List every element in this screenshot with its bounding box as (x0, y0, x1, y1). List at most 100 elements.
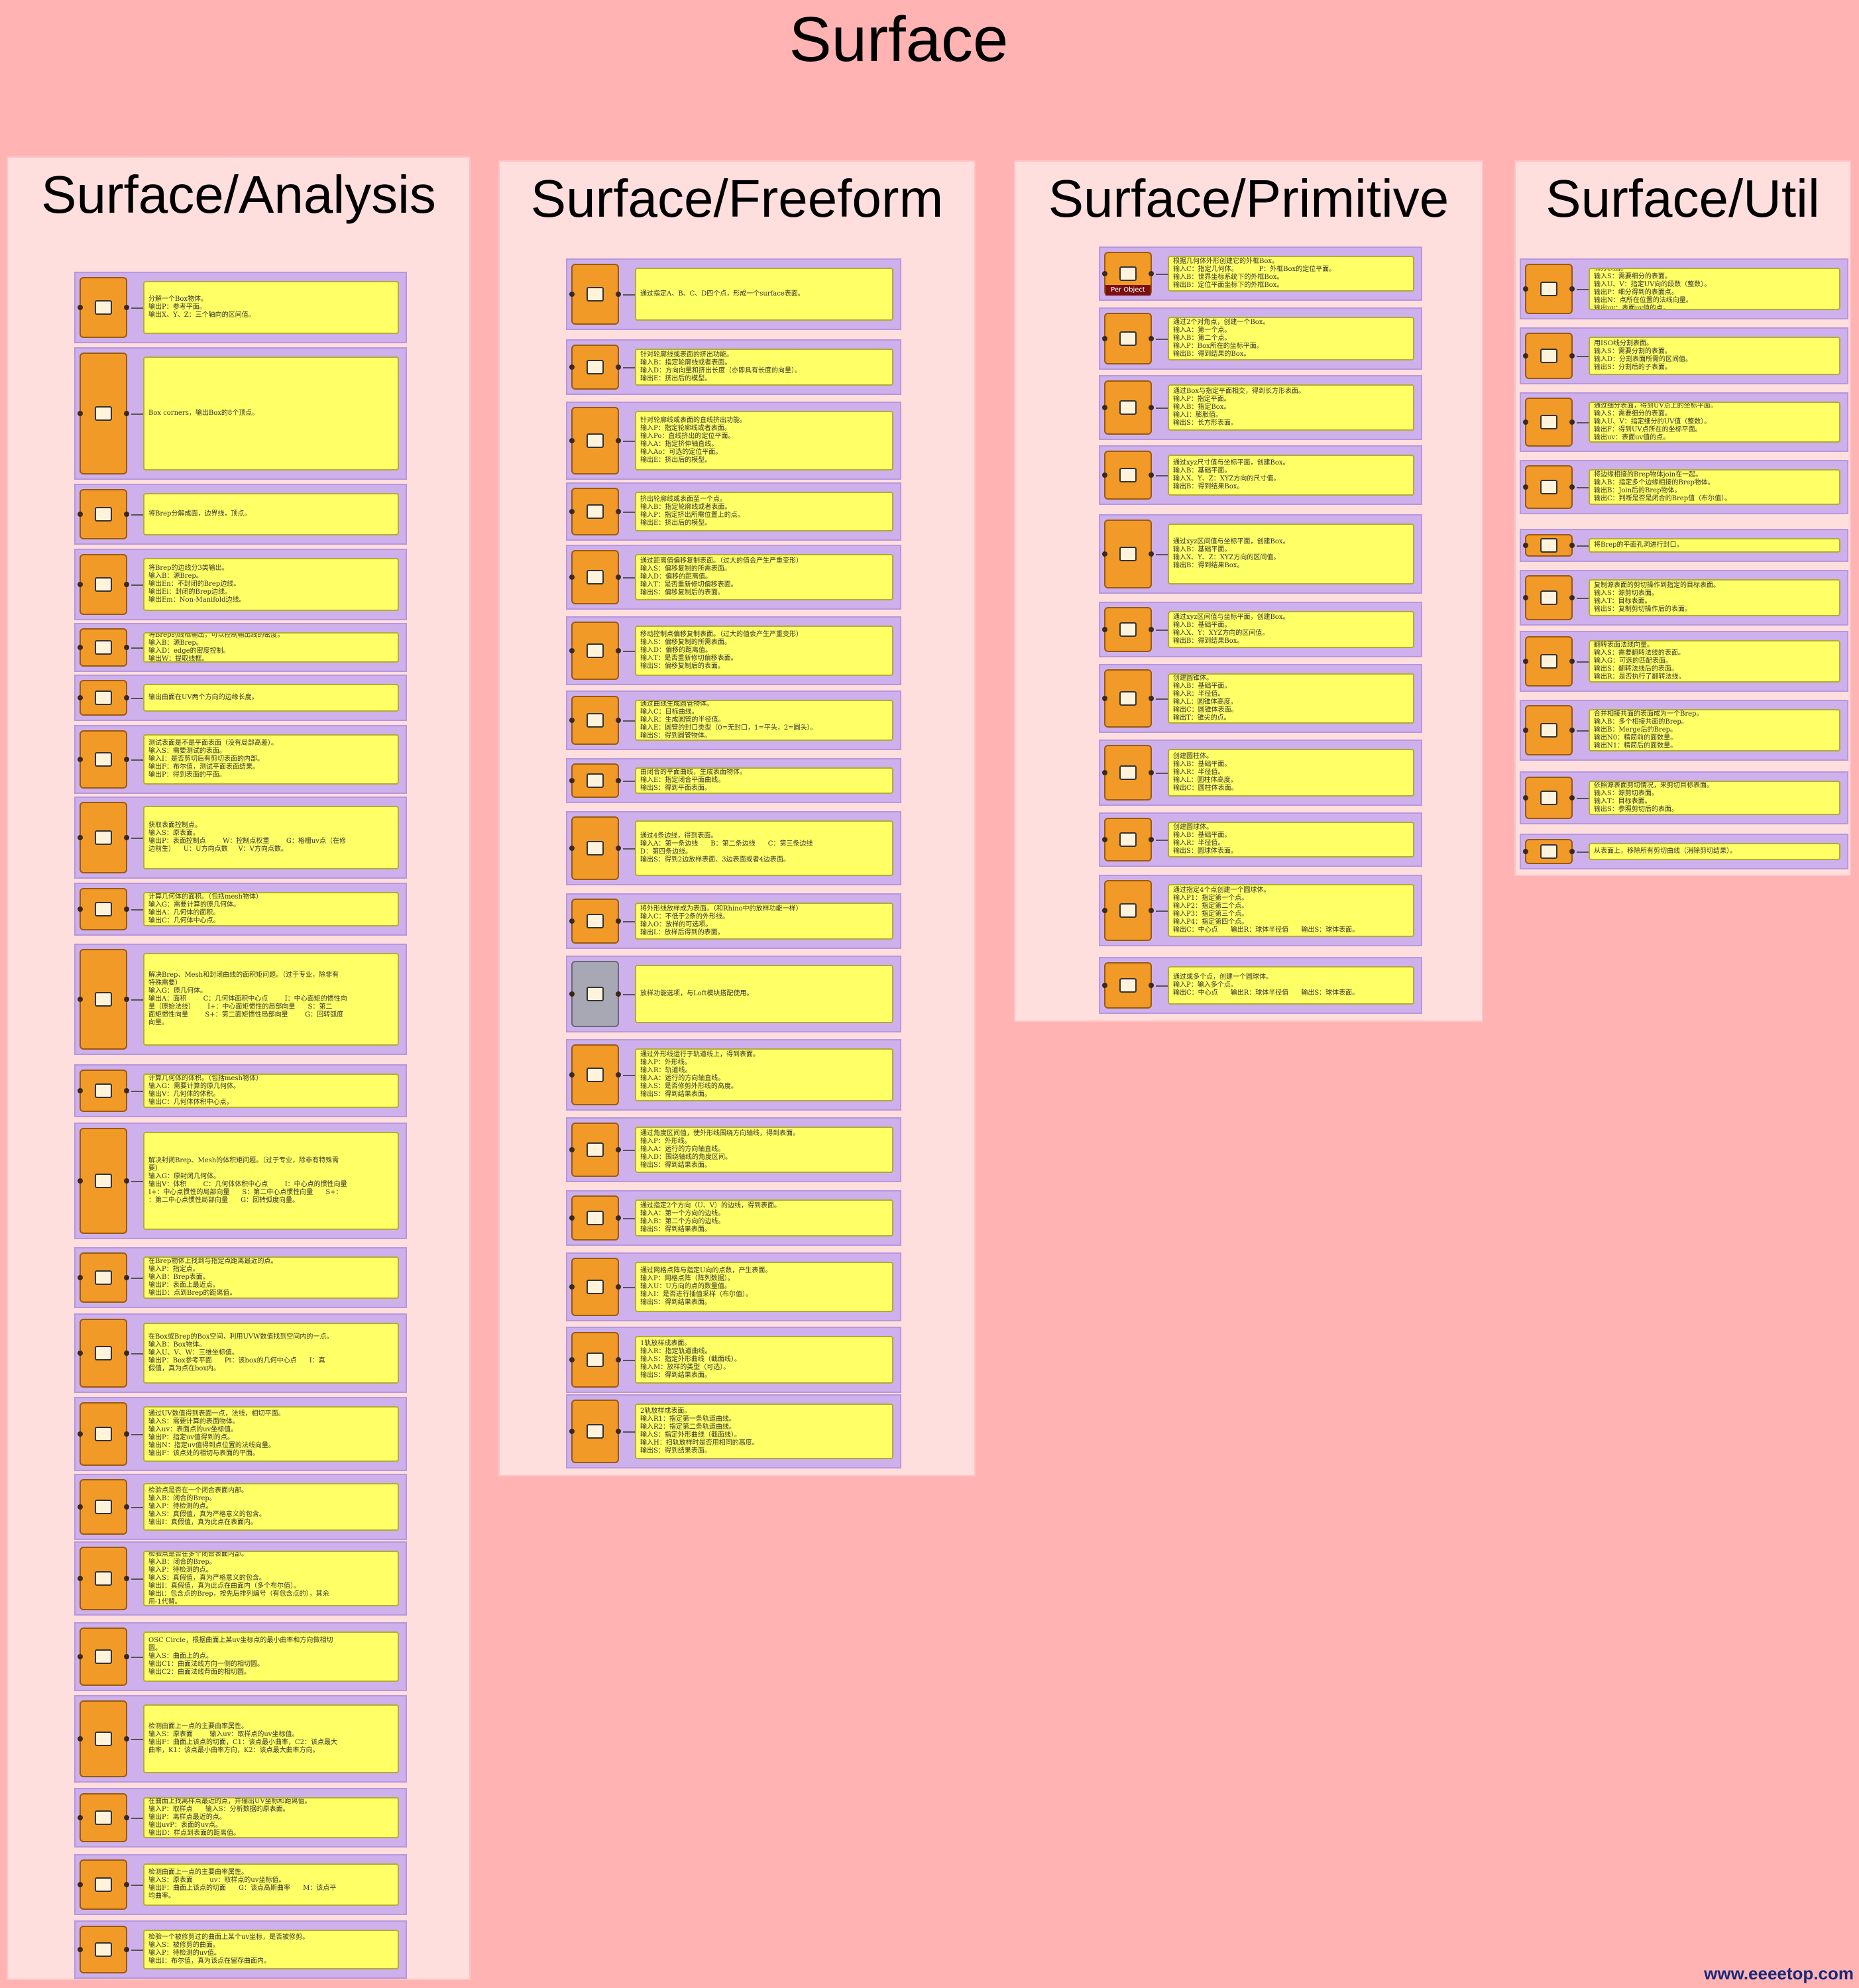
component-group[interactable]: 通过网格点阵与指定U向的点数，产生表面。 输入P：网格点阵（阵列数据）。 输入U… (566, 1252, 901, 1321)
component-group[interactable]: 通过指定4个点创建一个圆球体。 输入P1：指定第一个点。 输入P2：指定第二个点… (1099, 875, 1422, 946)
component-group[interactable]: 通过4条边线，得到表面。 输入A：第一条边线 B：第二条边线 C：第三条边线 D… (566, 811, 901, 885)
description-panel[interactable]: 将Brep的边线分3类输出。 输入B：源Brep。 输出En：不封闭的Brep边… (143, 558, 399, 611)
output-pin[interactable] (1149, 336, 1154, 341)
component-node[interactable] (1102, 313, 1154, 364)
description-panel[interactable]: 计算几何体的体积。（包括mesh物体） 输入G：需要计算的原几何体。 输出V：几… (143, 1074, 399, 1108)
description-panel[interactable]: 2轨放样成表面。 输入R1：指定第一条轨道曲线。 输入R2：指定第二条轨道曲线。… (635, 1404, 893, 1459)
component-node[interactable] (78, 489, 129, 539)
output-pin[interactable] (124, 411, 129, 416)
input-pin[interactable] (569, 846, 575, 851)
component-group[interactable]: 通过外形线运行于轨道线上，得到表面。 输入P：外形线。 输入R：轨道线。 输入A… (566, 1039, 901, 1111)
component-node[interactable] (1102, 380, 1154, 435)
component-node[interactable] (78, 1319, 129, 1388)
input-pin[interactable] (569, 648, 575, 653)
description-panel[interactable]: 通过xyz区间值与坐标平面，创建Box。 输入B：基础平面。 输入X、Y：XYZ… (1168, 611, 1414, 648)
component-group[interactable]: 通过或多个点，创建一个圆球体。 输入P：输入多个点。 输出C：中心点 输出R：球… (1099, 957, 1422, 1014)
description-panel[interactable]: 通过xyz区间值与坐标平面，创建Box。 输入B：基础平面。 输入X、Y、Z：X… (1168, 524, 1414, 584)
output-pin[interactable] (1569, 659, 1575, 664)
input-pin[interactable] (569, 778, 575, 783)
output-pin[interactable] (616, 509, 621, 514)
component-group[interactable]: 通过指定A、B、C、D四个点，形成一个surface表面。 (566, 258, 901, 330)
input-pin[interactable] (1523, 353, 1528, 359)
component-node[interactable] (1102, 607, 1154, 652)
output-pin[interactable] (1149, 405, 1154, 410)
description-panel[interactable]: 通过指定2个方向（U、V）的边线，得到表面。 输入A：第一个方向的边线。 输入B… (635, 1199, 893, 1237)
component-group[interactable]: 通过xyz尺寸值与坐标平面，创建Box。 输入B：基础平面。 输入X、Y、Z：X… (1099, 445, 1422, 505)
component-group[interactable]: 检验一个被修剪过的曲面上某个uv坐标，是否被修剪。 输入S：被修剪的曲面。 输入… (74, 1920, 407, 1979)
input-pin[interactable] (78, 1815, 83, 1820)
component-group[interactable]: 检测曲面上一点的主要曲率属性。 输入S：原表面 输入uv：取样点的uv坐标值。 … (74, 1695, 407, 1783)
component-group[interactable]: 针对轮廓线或表面的直线挤出功能。 输入P：指定轮廓线或者表面。 输入Po：直线挤… (566, 402, 901, 480)
component-node[interactable] (569, 1400, 621, 1463)
input-pin[interactable] (1102, 627, 1107, 632)
component-node[interactable] (569, 1258, 621, 1316)
input-pin[interactable] (78, 1947, 83, 1952)
output-pin[interactable] (616, 991, 621, 997)
component-group[interactable]: 将Brep的平面孔洞进行封口。 (1520, 529, 1848, 562)
component-group[interactable]: 检验点是否在一个闭合表面内部。 输入B：闭合的Brep。 输入P：待检测的点。 … (74, 1474, 407, 1540)
input-pin[interactable] (78, 1576, 83, 1581)
input-pin[interactable] (78, 411, 83, 416)
description-panel[interactable]: 针对轮廓线或表面的直线挤出功能。 输入P：指定轮廓线或者表面。 输入Po：直线挤… (635, 411, 893, 470)
output-pin[interactable] (616, 1429, 621, 1434)
output-pin[interactable] (616, 778, 621, 783)
component-group[interactable]: 细分表面。 输入S：需要细分的表面。 输入U、V：指定UV向的段数（整数）。 输… (1520, 258, 1848, 319)
component-node[interactable] (569, 622, 621, 680)
input-pin[interactable] (1523, 728, 1528, 733)
component-node[interactable] (78, 1859, 129, 1910)
component-node[interactable] (78, 277, 129, 338)
output-pin[interactable] (1569, 728, 1575, 733)
description-panel[interactable]: 检验点是否在一个闭合表面内部。 输入B：闭合的Brep。 输入P：待检测的点。 … (143, 1483, 399, 1531)
component-group[interactable]: 将边缘相接的Brep物体join在一起。 输入B：指定多个边缘相接的Brep物体… (1520, 460, 1848, 514)
component-group[interactable]: 放样功能选项，与Loft模块搭配使用。 (566, 956, 901, 1032)
component-group[interactable]: 2轨放样成表面。 输入R1：指定第一条轨道曲线。 输入R2：指定第二条轨道曲线。… (566, 1394, 901, 1468)
output-pin[interactable] (1149, 837, 1154, 842)
component-node[interactable] (78, 1479, 129, 1535)
output-pin[interactable] (1569, 419, 1575, 425)
description-panel[interactable]: 在Box或Brep的Box空间，利用UVW数值找到空间内的一点。 输入B：Box… (143, 1323, 399, 1384)
input-pin[interactable] (569, 918, 575, 924)
output-pin[interactable] (616, 1284, 621, 1290)
component-group[interactable]: 挤出轮廓线或表面至一个点。 输入B：指定轮廓线或者表面。 输入P：指定挤出所需位… (566, 482, 901, 541)
output-pin[interactable] (616, 718, 621, 723)
input-pin[interactable] (1102, 336, 1107, 341)
component-group[interactable]: 输出曲面在UV两个方向的边缘长度。 (74, 675, 407, 721)
component-group[interactable]: 通过Box与指定平面相交，得到长方形表面。 输入P：指定平面。 输入B：指定Bo… (1099, 375, 1422, 440)
input-pin[interactable] (1102, 472, 1107, 478)
input-pin[interactable] (78, 1882, 83, 1887)
component-group[interactable]: 将外形线放样成为表面。（和Rhino中的放样功能一样） 输入C：不低于2条的外形… (566, 893, 901, 949)
component-node[interactable] (569, 763, 621, 798)
output-pin[interactable] (124, 1947, 129, 1952)
description-panel[interactable]: 通过4条边线，得到表面。 输入A：第一条边线 B：第二条边线 C：第三条边线 D… (635, 820, 893, 876)
component-group[interactable]: 计算几何体的面积。（包括mesh物体） 输入G：需要计算的原几何体。 输出A：几… (74, 883, 407, 936)
component-node[interactable] (1523, 398, 1575, 447)
input-pin[interactable] (1523, 543, 1528, 548)
input-pin[interactable] (569, 438, 575, 443)
description-panel[interactable]: 通过外形线运行于轨道线上，得到表面。 输入P：外形线。 输入R：轨道线。 输入A… (635, 1048, 893, 1101)
input-pin[interactable] (1102, 551, 1107, 557)
component-node[interactable] (569, 1195, 621, 1241)
input-pin[interactable] (78, 305, 83, 310)
component-node[interactable] (78, 353, 129, 474)
input-pin[interactable] (569, 1072, 575, 1077)
input-pin[interactable] (1102, 908, 1107, 913)
component-node[interactable] (569, 264, 621, 325)
component-group[interactable]: 从表面上，移除所有剪切曲线（消除剪切结果）。 (1520, 834, 1848, 869)
output-pin[interactable] (124, 1275, 129, 1280)
output-pin[interactable] (616, 1147, 621, 1152)
input-pin[interactable] (78, 645, 83, 650)
description-panel[interactable]: 复制源表面的剪切操作到指定的目标表面。 输入S：源剪切表面。 输入T：目标表面。… (1589, 579, 1840, 616)
component-group[interactable]: 移动控制点偏移复制表面。（过大的值会产生严重变形） 输入S：偏移复制的所需表面。… (566, 616, 901, 685)
input-pin[interactable] (78, 1736, 83, 1741)
component-group[interactable]: 针对轮廓线或表面的挤出功能。 输入B：指定轮廓线或者表面。 输入D：方向向量和挤… (566, 339, 901, 395)
component-node[interactable] (569, 816, 621, 880)
output-pin[interactable] (1569, 849, 1575, 854)
description-panel[interactable]: 合并相接共面的表面成为一个Brep。 输入B：多个相接共面的Brep。 输出B：… (1589, 709, 1840, 751)
input-pin[interactable] (569, 575, 575, 580)
input-pin[interactable] (1102, 696, 1107, 701)
description-panel[interactable]: 通过Box与指定平面相交，得到长方形表面。 输入P：指定平面。 输入B：指定Bo… (1168, 384, 1414, 431)
description-panel[interactable]: 测试表面是不是平面表面（没有局部高差）。 输入S：需要测试的表面。 输入I：是否… (143, 734, 399, 785)
output-pin[interactable] (124, 695, 129, 700)
component-node[interactable] (1523, 534, 1575, 557)
input-pin[interactable] (569, 1429, 575, 1434)
